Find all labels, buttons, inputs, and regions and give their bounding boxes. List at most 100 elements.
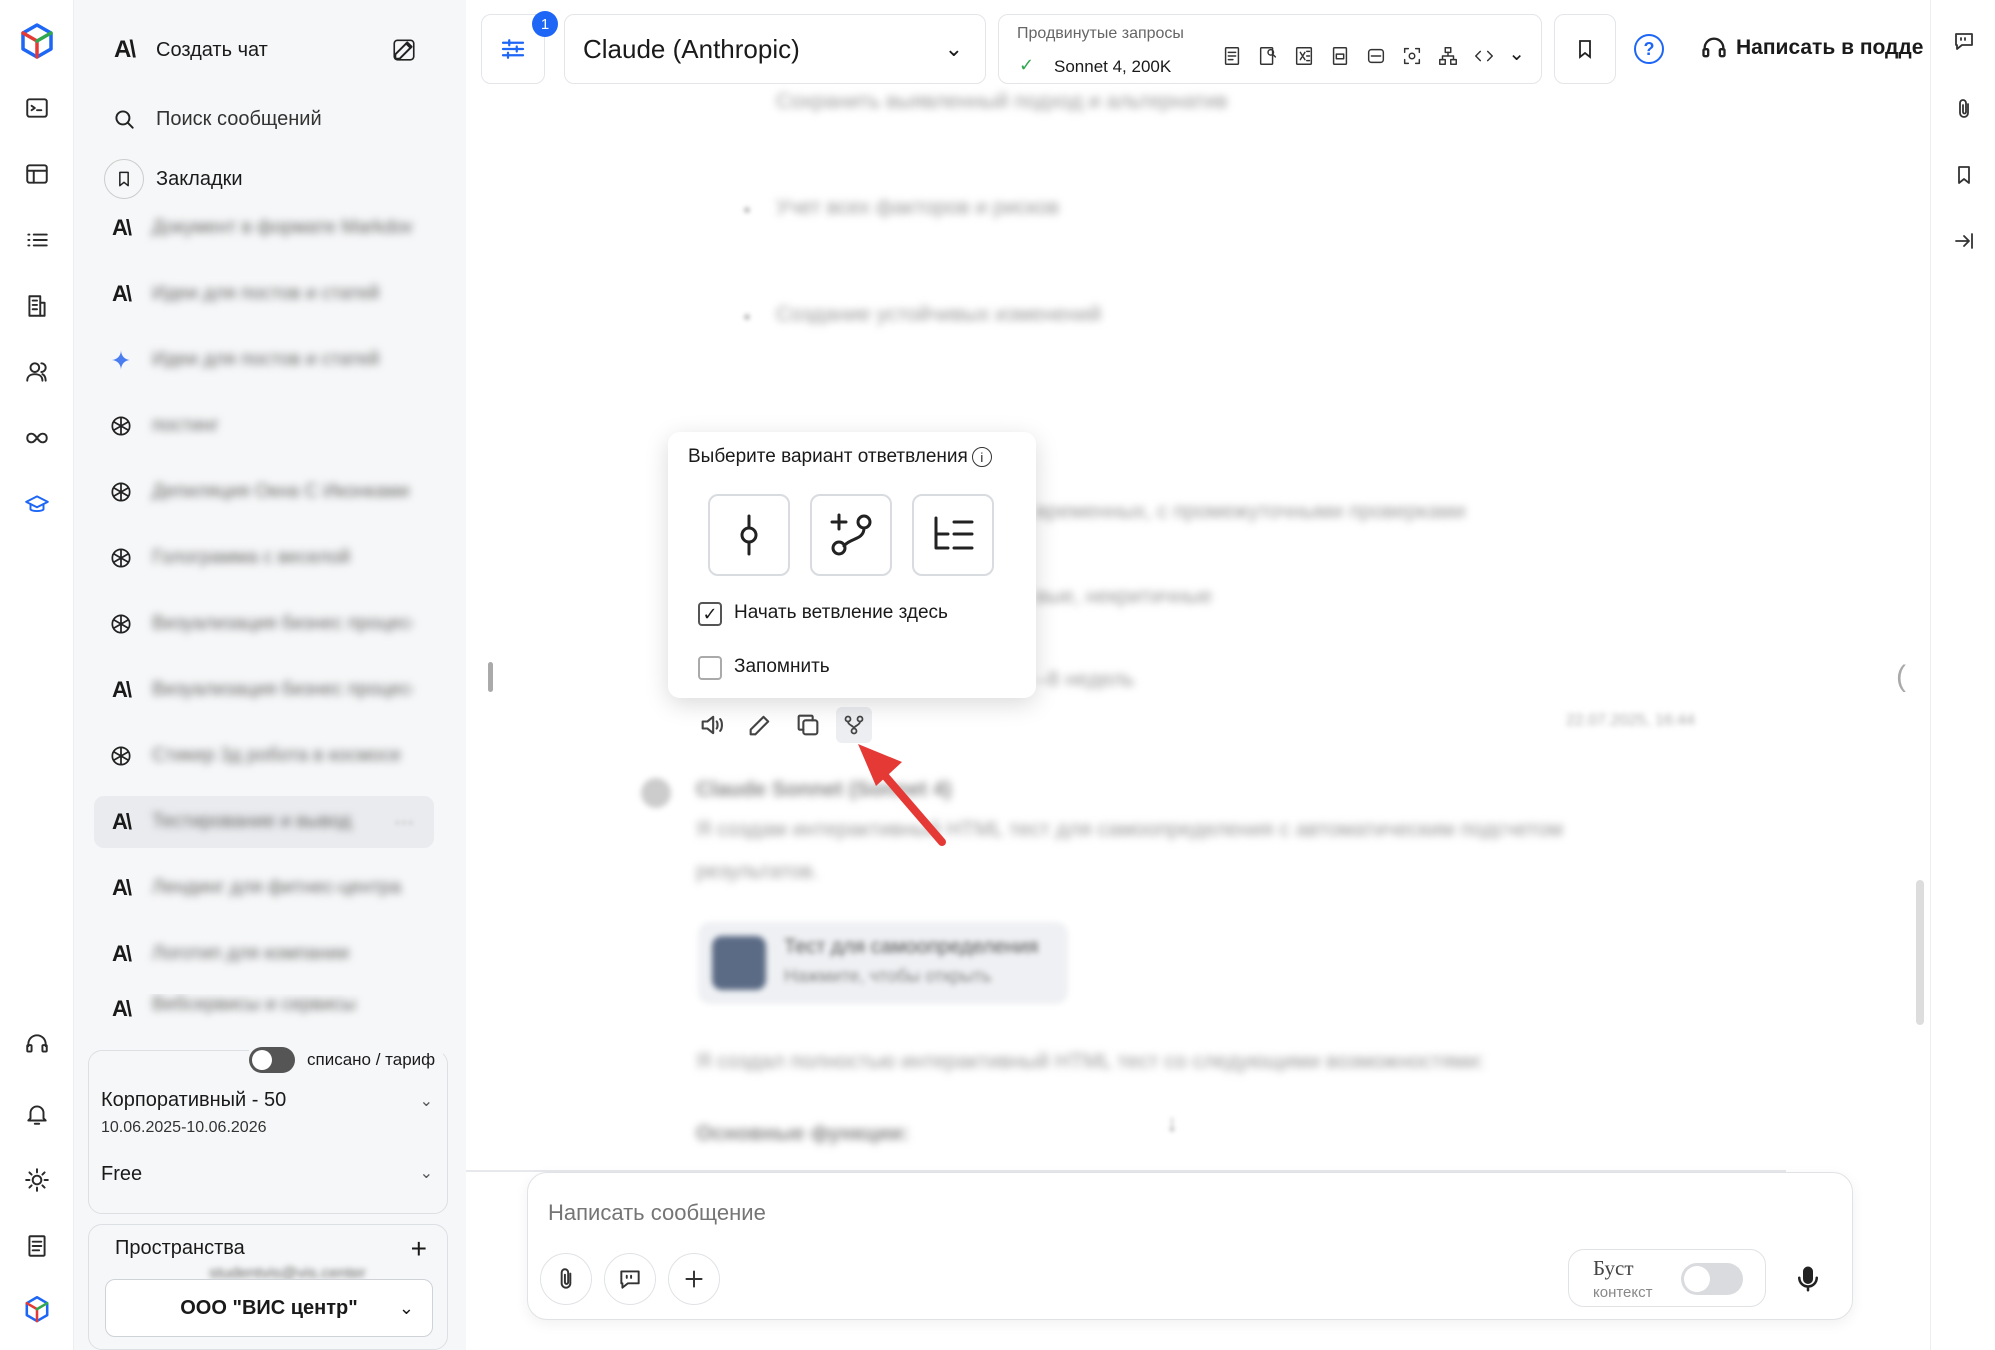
bookmark-icon xyxy=(104,159,144,199)
boost-sub: контекст xyxy=(1593,1284,1653,1301)
copy-icon[interactable] xyxy=(790,707,826,743)
collapse-panel-icon[interactable] xyxy=(1947,224,1981,258)
check-icon: ✓ xyxy=(1019,55,1035,75)
artifact-card[interactable]: Тест для самоопределения Нажмите, чтобы … xyxy=(698,922,1068,1004)
remember-checkbox[interactable] xyxy=(698,656,722,680)
sidebar-chat-item[interactable]: A\ Вебсервисы и сервисы xyxy=(94,994,434,1026)
users-icon[interactable] xyxy=(17,352,57,392)
scrollbar[interactable] xyxy=(1916,880,1924,1025)
advanced-requests[interactable]: Продвинутые запросы ✓ Sonnet 4, 200K ⌄ xyxy=(998,14,1542,84)
bookmarks-link[interactable]: Закладки xyxy=(104,159,424,199)
layout-icon[interactable] xyxy=(17,154,57,194)
app-icon-bar xyxy=(0,0,74,1350)
document-icon[interactable] xyxy=(17,1226,57,1266)
sidebar-chat-item[interactable]: Депиляция Окна С Иконками xyxy=(94,466,434,518)
more-options-icon[interactable]: ⋯ xyxy=(394,810,414,835)
app-logo-icon[interactable] xyxy=(14,18,60,64)
settings-badge: 1 xyxy=(532,11,558,37)
sidebar-chat-item[interactable]: A\ Документ в формате Markdown xyxy=(94,202,434,254)
sidebar-chat-item[interactable]: Голограмма с веселой xyxy=(94,532,434,584)
help-icon[interactable]: ? xyxy=(1634,34,1664,64)
spaces-label: Пространства xyxy=(115,1237,245,1259)
headset-icon xyxy=(1702,37,1726,58)
settings-button[interactable]: 1 xyxy=(481,11,558,84)
scroll-down-icon[interactable]: ↓ xyxy=(1166,1110,1178,1138)
collapse-handle[interactable]: ( xyxy=(1896,660,1906,694)
quote-message-icon[interactable] xyxy=(1947,24,1981,58)
anthropic-icon: A\ xyxy=(112,996,132,1021)
docx-icon xyxy=(1367,48,1385,64)
doc-icon xyxy=(1224,47,1240,65)
edit-icon[interactable] xyxy=(384,30,424,70)
info-icon[interactable]: i xyxy=(971,447,992,467)
right-toolbar xyxy=(1930,0,1995,1350)
billing-toggle-row[interactable]: списано / тариф xyxy=(249,1047,444,1073)
boost-context-toggle[interactable]: Буст контекст xyxy=(1568,1249,1766,1307)
terminal-icon[interactable] xyxy=(17,88,57,128)
message-input[interactable] xyxy=(548,1193,1748,1233)
add-button[interactable] xyxy=(668,1253,720,1305)
search-messages[interactable]: Поиск сообщений xyxy=(104,99,424,139)
commit-icon xyxy=(740,514,758,556)
plan-free: Free xyxy=(101,1163,143,1185)
boost-switch[interactable] xyxy=(1681,1263,1743,1295)
sidebar-chat-item[interactable]: A\ Тестирование и вывод ⋯ xyxy=(94,796,434,848)
list-icon[interactable] xyxy=(17,220,57,260)
artifact-sub: Нажмите, чтобы открыть xyxy=(784,966,992,986)
speak-icon[interactable] xyxy=(694,707,730,743)
sidebar-chat-title: Стикер 3д робота в космосе xyxy=(152,745,402,766)
new-chat-row[interactable]: A\ Создать чат xyxy=(104,30,424,70)
sidebar-chat-item[interactable]: A\ Идеи для постов и статей xyxy=(94,268,434,320)
education-icon[interactable] xyxy=(17,484,57,524)
sidebar-chat-item[interactable]: Стикер 3д робота в космосе xyxy=(94,730,434,782)
model-select[interactable]: Claude (Anthropic) ⌄ xyxy=(564,14,986,84)
chevron-down-icon: ⌄ xyxy=(944,36,963,61)
chat-line: –8 недель xyxy=(1036,668,1135,691)
sidebar-chat-item[interactable]: постинг xyxy=(94,400,434,452)
chevron-down-icon: ⌄ xyxy=(398,1297,414,1318)
infinity-icon[interactable] xyxy=(17,418,57,458)
sidebar-chat-item[interactable]: Визуализация бизнес процессов xyxy=(94,598,434,650)
microphone-icon[interactable] xyxy=(1786,1257,1830,1301)
paperclip-icon[interactable] xyxy=(1947,92,1981,126)
attach-button[interactable] xyxy=(540,1253,592,1305)
code-icon xyxy=(1475,50,1493,62)
branch-option-new[interactable] xyxy=(810,494,892,576)
start-here-checkbox[interactable]: ✓ xyxy=(698,602,722,626)
sidebar-chat-item[interactable]: A\ Визуализация бизнес процессов xyxy=(94,664,434,716)
edit-pencil-icon[interactable] xyxy=(742,707,778,743)
sidebar-chat-item[interactable]: A\ Лендинг для фитнес-центра xyxy=(94,862,434,914)
assistant-text: Я создам интерактивный HTML тест для сам… xyxy=(696,818,1563,841)
boost-label: Буст xyxy=(1593,1256,1634,1280)
billing-toggle-label: списано / тариф xyxy=(307,1050,436,1069)
chevron-down-icon[interactable]: ⌄ xyxy=(420,1163,433,1183)
chevron-down-icon[interactable]: ⌄ xyxy=(1508,41,1525,66)
organization-select[interactable]: ООО "ВИС центр" ⌄ xyxy=(105,1279,433,1337)
anthropic-icon: A\ xyxy=(112,281,132,306)
support-link[interactable]: Написать в подде xyxy=(1700,34,1923,62)
prompts-button[interactable] xyxy=(604,1253,656,1305)
sidebar-chat-item[interactable]: Идеи для постов и статей xyxy=(94,334,434,386)
bell-icon[interactable] xyxy=(17,1094,57,1134)
branch-option-tree[interactable] xyxy=(912,494,994,576)
pointer-arrow xyxy=(858,744,946,846)
support-headset-icon[interactable] xyxy=(17,1024,57,1064)
search-label: Поиск сообщений xyxy=(156,107,322,130)
resize-handle[interactable] xyxy=(488,662,493,692)
openai-icon xyxy=(106,741,136,771)
sidebar-chat-item[interactable]: A\ Логотип для компании xyxy=(94,928,434,980)
paperclip-icon xyxy=(560,1268,572,1289)
anthropic-icon: A\ xyxy=(112,677,132,702)
chat-line: временных, с промежуточными проверками xyxy=(1036,500,1466,523)
add-space-icon[interactable]: + xyxy=(411,1233,427,1265)
chat-bullet: Создание устойчивых изменений xyxy=(776,303,1102,326)
sun-icon[interactable] xyxy=(17,1160,57,1200)
branch-option-linear[interactable] xyxy=(708,494,790,576)
bookmark-icon[interactable] xyxy=(1947,158,1981,192)
openai-icon xyxy=(106,543,136,573)
billing-toggle[interactable] xyxy=(249,1047,295,1073)
chevron-down-icon[interactable]: ⌄ xyxy=(420,1091,433,1111)
bookmark-button[interactable] xyxy=(1554,14,1616,84)
bookmarks-label: Закладки xyxy=(156,167,243,190)
building-icon[interactable] xyxy=(17,286,57,326)
